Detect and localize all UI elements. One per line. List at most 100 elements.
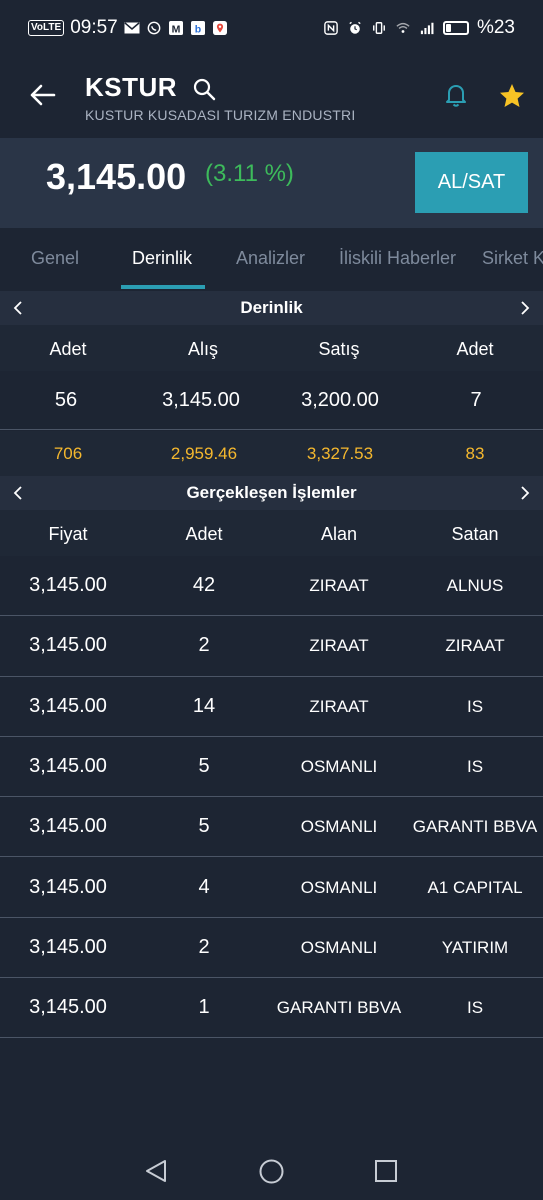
tab-iliskili-haberler[interactable]: İliskili Haberler bbox=[339, 248, 456, 269]
chevron-right-icon[interactable] bbox=[517, 300, 533, 316]
trades-column-headers: Fiyat Adet Alan Satan bbox=[0, 510, 543, 556]
bid-qty: 56 bbox=[54, 389, 78, 411]
trade-row: 3,145.00 5 OSMANLI GARANTI BBVA bbox=[0, 797, 543, 858]
signal-icon bbox=[420, 22, 434, 34]
trade-seller: A1 CAPITAL bbox=[427, 877, 523, 897]
trade-qty: 2 bbox=[198, 634, 210, 657]
trade-buyer: OSMANLI bbox=[300, 817, 378, 837]
trade-qty: 4 bbox=[198, 875, 210, 898]
trade-buyer: ZIRAAT bbox=[309, 696, 369, 716]
trade-price: 3,145.00 bbox=[29, 754, 107, 777]
tab-bar: Genel Derinlik Analizler İliskili Haberl… bbox=[0, 230, 543, 290]
last-price: 3,145.00 bbox=[46, 156, 187, 197]
col-satis: Satış bbox=[318, 339, 360, 359]
trade-price: 3,145.00 bbox=[29, 875, 107, 898]
bell-icon[interactable] bbox=[443, 82, 469, 108]
trade-seller: IS bbox=[466, 756, 484, 776]
trade-row: 3,145.00 1 GARANTI BBVA IS bbox=[0, 978, 543, 1039]
chevron-left-icon[interactable] bbox=[10, 485, 26, 501]
wifi-icon bbox=[396, 22, 410, 33]
battery-icon bbox=[442, 20, 469, 35]
star-icon[interactable] bbox=[498, 82, 526, 110]
depth-title: Derinlik bbox=[240, 298, 303, 317]
trade-price: 3,145.00 bbox=[29, 935, 107, 958]
trade-buyer: ZIRAAT bbox=[309, 576, 369, 595]
tab-sirket[interactable]: Sirket K bbox=[482, 248, 543, 269]
col-adet: Adet bbox=[185, 524, 223, 544]
bid-price-avg: 2,959.46 bbox=[170, 444, 238, 463]
tab-genel[interactable]: Genel bbox=[31, 248, 79, 269]
col-fiyat: Fiyat bbox=[48, 524, 88, 544]
trade-row: 3,145.00 2 ZIRAAT ZIRAAT bbox=[0, 616, 543, 677]
depth-row: 56 3,145.00 3,200.00 7 bbox=[0, 371, 543, 430]
trade-price: 3,145.00 bbox=[29, 694, 107, 717]
trades-title: Gerçekleşen İşlemler bbox=[186, 483, 357, 502]
battery-percent: %23 bbox=[476, 16, 515, 38]
ticker-symbol: KSTUR bbox=[85, 72, 178, 102]
mail-icon bbox=[124, 21, 140, 33]
trade-seller: ALNUS bbox=[446, 576, 504, 595]
trade-seller: GARANTI BBVA bbox=[412, 817, 538, 837]
alarm-icon bbox=[349, 21, 361, 34]
trade-seller: IS bbox=[466, 998, 484, 1018]
trade-qty: 1 bbox=[198, 996, 210, 1019]
tab-derinlik[interactable]: Derinlik bbox=[132, 248, 192, 269]
trade-row: 3,145.00 4 OSMANLI A1 CAPITAL bbox=[0, 857, 543, 918]
clock: 09:57 bbox=[70, 16, 118, 38]
m-app-icon: M bbox=[168, 20, 183, 35]
trade-buyer: OSMANLI bbox=[300, 756, 378, 776]
trade-price: 3,145.00 bbox=[29, 996, 107, 1019]
col-satan: Satan bbox=[451, 524, 499, 544]
volte-indicator: VoLTE bbox=[28, 19, 65, 36]
trade-row: 3,145.00 42 ZIRAAT ALNUS bbox=[0, 556, 543, 617]
trade-price: 3,145.00 bbox=[29, 815, 107, 838]
col-adet-bid: Adet bbox=[49, 339, 87, 359]
trade-qty: 5 bbox=[198, 754, 210, 777]
trade-row: 3,145.00 2 OSMANLI YATIRIM bbox=[0, 917, 543, 979]
trade-seller: ZIRAAT bbox=[445, 636, 505, 656]
maps-icon bbox=[212, 20, 227, 35]
active-tab-indicator bbox=[121, 285, 205, 289]
col-alan: Alan bbox=[320, 524, 358, 544]
chevron-left-icon[interactable] bbox=[10, 300, 26, 316]
trade-qty: 42 bbox=[192, 574, 216, 596]
status-bar: VoLTE 09:57 M b %23 bbox=[0, 0, 543, 55]
app-bar: KSTUR KUSTUR KUSADASI TURIZM ENDUSTRI bbox=[0, 55, 543, 135]
trade-qty: 2 bbox=[198, 935, 210, 958]
nav-back-icon[interactable] bbox=[143, 1158, 169, 1184]
bid-price: 3,145.00 bbox=[162, 389, 240, 411]
back-arrow-icon[interactable] bbox=[28, 81, 56, 109]
trade-seller: YATIRIM bbox=[441, 937, 509, 957]
b-app-icon: b bbox=[190, 20, 205, 35]
chevron-right-icon[interactable] bbox=[517, 485, 533, 501]
nav-recents-icon[interactable] bbox=[374, 1159, 398, 1183]
trade-buyer: ZIRAAT bbox=[309, 636, 369, 656]
trade-buyer: OSMANLI bbox=[300, 937, 378, 957]
depth-column-headers: Adet Alış Satış Adet bbox=[0, 325, 543, 371]
depth-header: Derinlik bbox=[0, 291, 543, 325]
search-icon[interactable] bbox=[192, 77, 216, 101]
price-change: (3.11 %) bbox=[205, 160, 294, 187]
trade-qty: 5 bbox=[198, 815, 210, 838]
svg-text:b: b bbox=[195, 23, 201, 35]
nav-home-icon[interactable] bbox=[258, 1158, 285, 1185]
trade-buyer: OSMANLI bbox=[300, 877, 378, 897]
svg-text:M: M bbox=[171, 23, 180, 35]
ask-price: 3,200.00 bbox=[301, 389, 379, 411]
col-adet-ask: Adet bbox=[456, 339, 494, 359]
ask-qty: 7 bbox=[470, 389, 482, 411]
bid-qty-total: 706 bbox=[53, 444, 83, 463]
trade-price: 3,145.00 bbox=[29, 634, 107, 657]
tab-analizler[interactable]: Analizler bbox=[236, 248, 305, 269]
trade-row: 3,145.00 5 OSMANLI IS bbox=[0, 736, 543, 798]
vibrate-icon bbox=[373, 21, 385, 34]
trade-buyer: GARANTI BBVA bbox=[276, 998, 402, 1018]
nfc-icon bbox=[324, 20, 338, 35]
trade-price: 3,145.00 bbox=[29, 574, 107, 596]
buy-sell-button[interactable]: AL/SAT bbox=[415, 152, 528, 213]
trade-row: 3,145.00 14 ZIRAAT IS bbox=[0, 676, 543, 737]
price-bar: 3,145.00 (3.11 %) AL/SAT bbox=[0, 138, 543, 228]
whatsapp-icon bbox=[147, 21, 161, 34]
ask-price-avg: 3,327.53 bbox=[306, 444, 374, 463]
col-alis: Alış bbox=[187, 339, 219, 359]
